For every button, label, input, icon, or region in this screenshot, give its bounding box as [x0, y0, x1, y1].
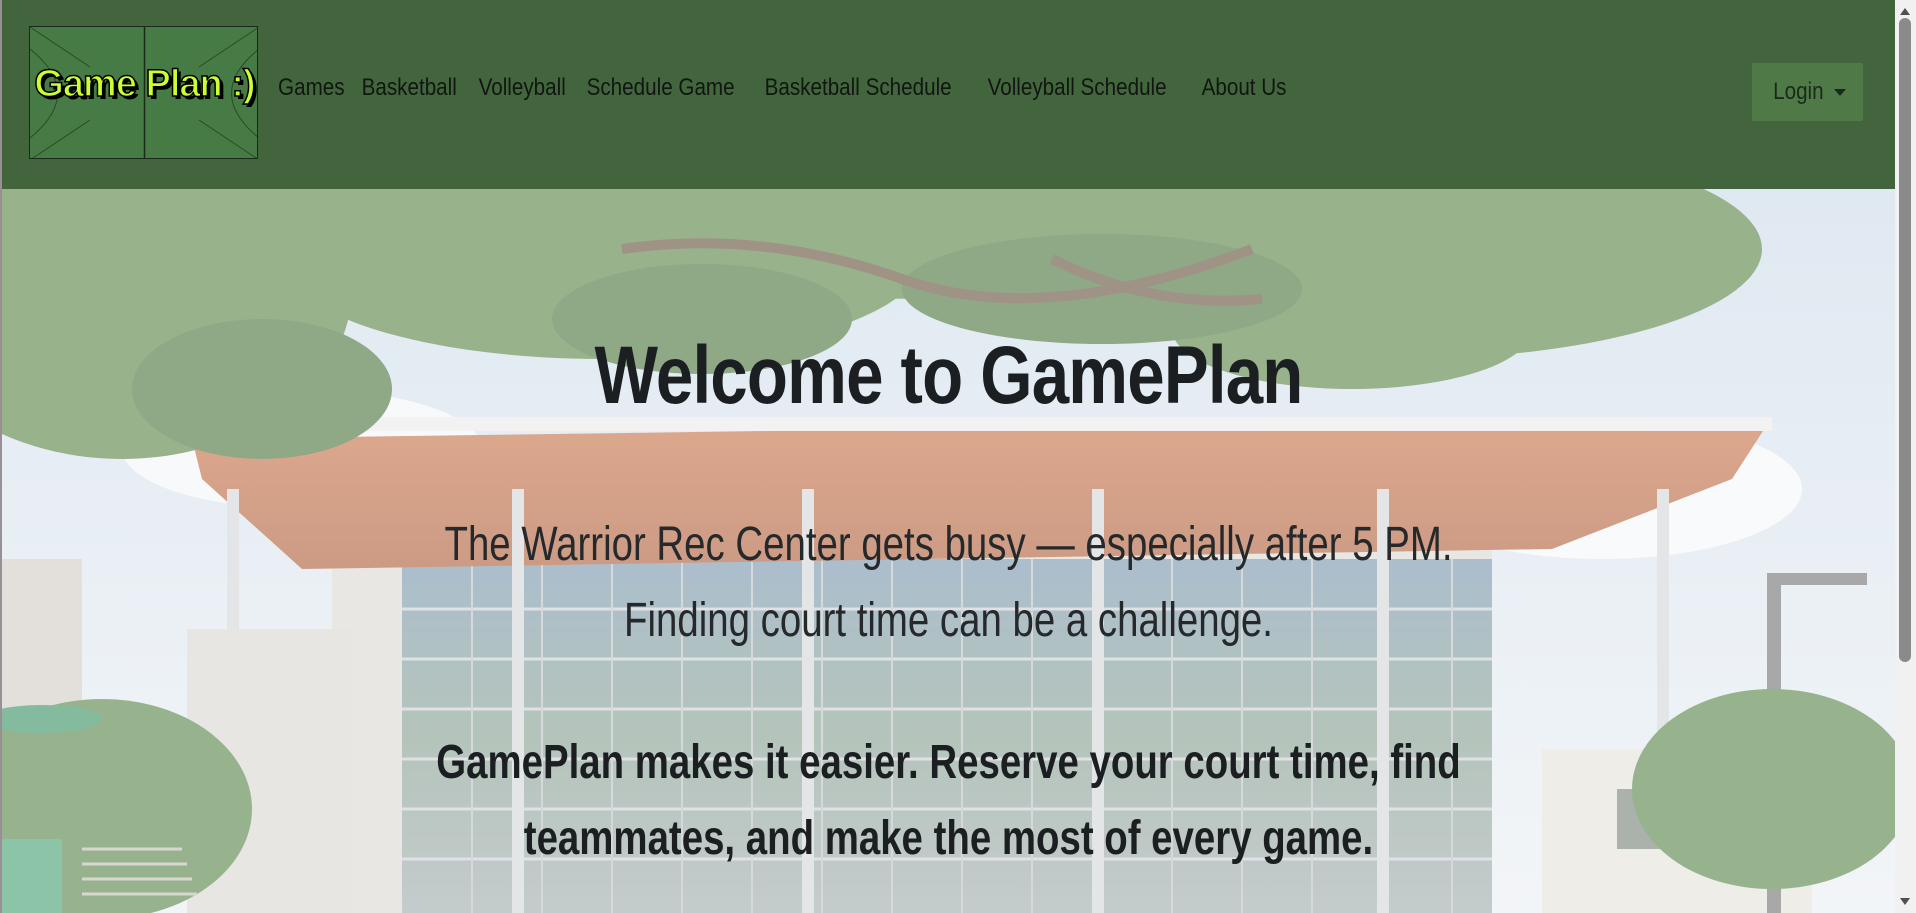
window-edge: [0, 0, 2, 913]
nav-link-volleyball-schedule[interactable]: Volleyball Schedule: [979, 74, 1175, 102]
nav-link-schedule-game[interactable]: Schedule Game: [578, 74, 743, 102]
login-dropdown-button[interactable]: Login: [1752, 63, 1863, 121]
top-navbar: Game Plan :) Games Basketball Volleyball…: [2, 0, 1895, 189]
scroll-up-arrow-icon[interactable]: [1900, 8, 1910, 15]
hero-section: Welcome to GamePlan The Warrior Rec Cent…: [2, 189, 1895, 913]
nav-link-volleyball[interactable]: Volleyball: [470, 74, 574, 102]
nav-link-games[interactable]: Games: [266, 74, 353, 102]
scrollbar-thumb[interactable]: [1899, 18, 1911, 662]
gameplan-logo[interactable]: Game Plan :): [29, 26, 258, 159]
nav-link-basketball[interactable]: Basketball: [353, 74, 465, 102]
scroll-down-arrow-icon[interactable]: [1900, 898, 1910, 905]
hero-paragraph-2: GamePlan makes it easier. Reserve your c…: [436, 736, 1461, 865]
nav-links: Games Basketball Volleyball Schedule Gam…: [266, 74, 1298, 102]
login-label: Login: [1773, 78, 1824, 105]
hero-title: Welcome to GamePlan: [594, 330, 1303, 421]
nav-link-basketball-schedule[interactable]: Basketball Schedule: [756, 74, 960, 102]
nav-link-about-us[interactable]: About Us: [1193, 74, 1295, 102]
browser-viewport: Game Plan :) Games Basketball Volleyball…: [0, 0, 1916, 913]
logo-text: Game Plan :): [34, 62, 257, 106]
vertical-scrollbar[interactable]: [1895, 0, 1916, 913]
chevron-down-icon: [1833, 88, 1846, 96]
hero-paragraph-1: The Warrior Rec Center gets busy — espec…: [444, 518, 1453, 647]
